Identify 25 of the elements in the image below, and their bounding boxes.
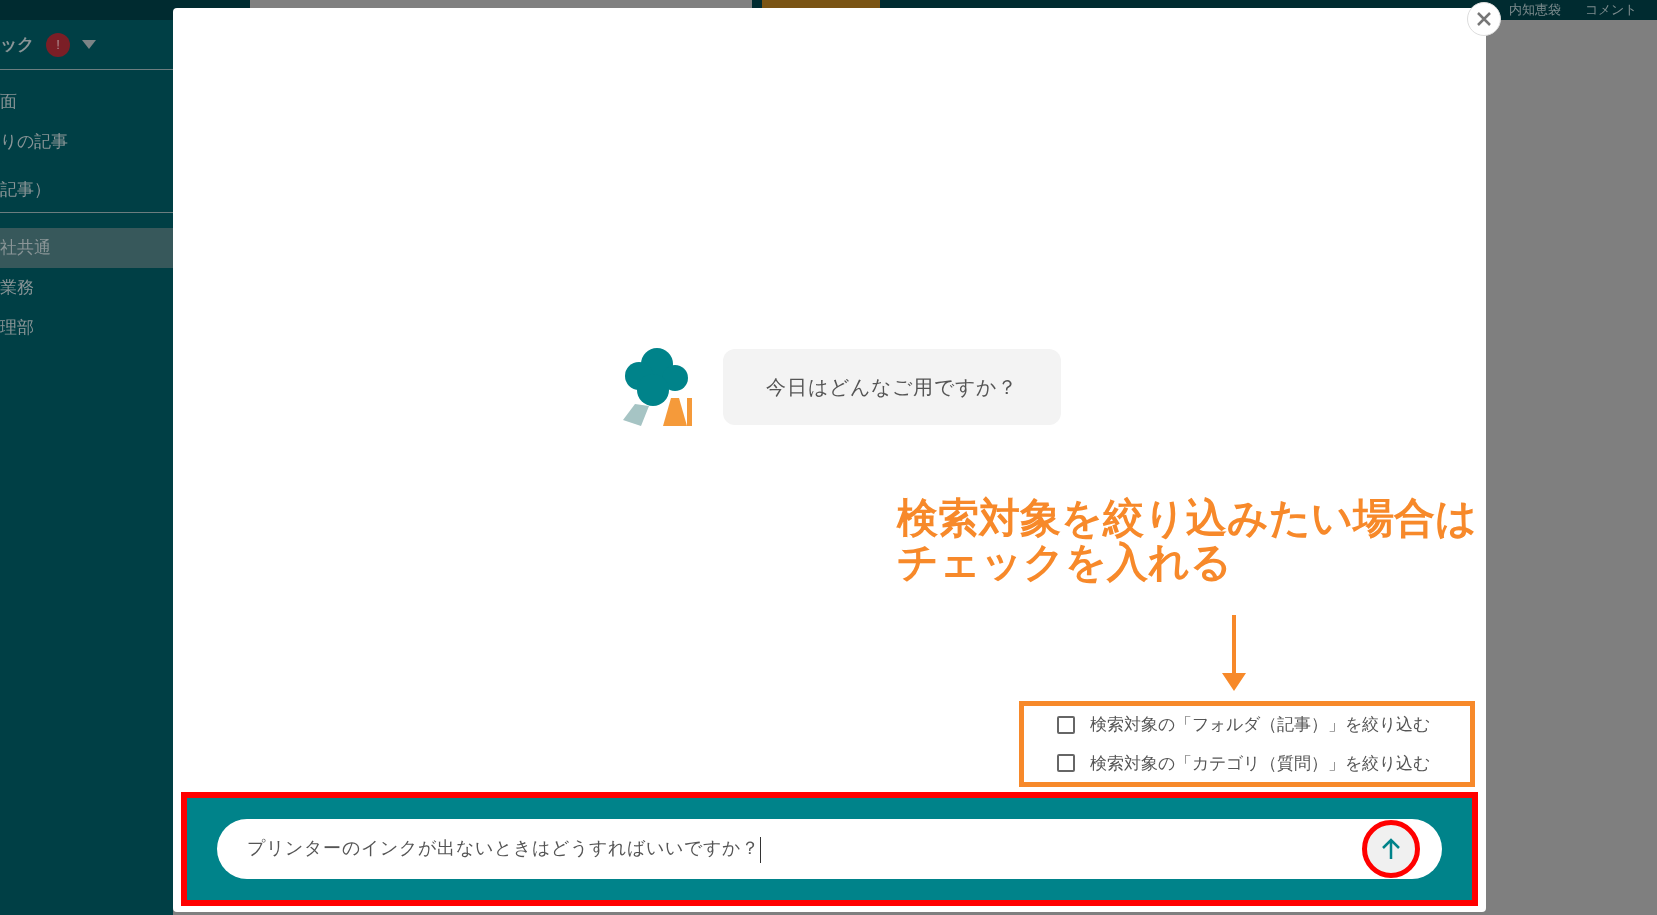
nav-link[interactable]: 内知恵袋 [1509,0,1561,20]
send-button[interactable] [1362,820,1420,878]
input-text: プリンターのインクが出ないときはどうすればいいですか？ [247,835,1362,863]
alert-badge: ! [46,32,70,57]
annotation-text: 検索対象を絞り込みたい場合は [897,496,1477,540]
sidebar-item[interactable]: 記事） [0,170,173,210]
message-input[interactable]: プリンターのインクが出ないときはどうすればいいですか？ [217,819,1442,879]
checkbox[interactable] [1057,715,1075,734]
nav-link[interactable]: コメント [1585,0,1637,20]
checkbox[interactable] [1057,754,1075,773]
annotation-text: チェックを入れる [897,540,1233,584]
sidebar-item[interactable]: 面 [0,82,173,122]
filter-label: 検索対象の「カテゴリ（質問）」を絞り込む [1090,752,1430,775]
sidebar-item[interactable]: りの記事 [0,122,173,162]
close-icon [1477,12,1491,26]
arrow-up-icon [1381,838,1401,860]
filter-label: 検索対象の「フォルダ（記事）」を絞り込む [1090,714,1430,736]
close-button[interactable] [1467,2,1501,36]
sidebar-item[interactable]: 理部 [0,308,173,348]
sidebar-item[interactable]: 社共通 [0,228,173,268]
sidebar-title: ック [0,33,34,56]
arrow-icon [1222,615,1246,691]
chat-bubble: 今日はどんなご用ですか？ [722,349,1061,425]
caret-icon[interactable] [82,40,96,49]
sidebar-item[interactable]: 業務 [0,268,173,308]
